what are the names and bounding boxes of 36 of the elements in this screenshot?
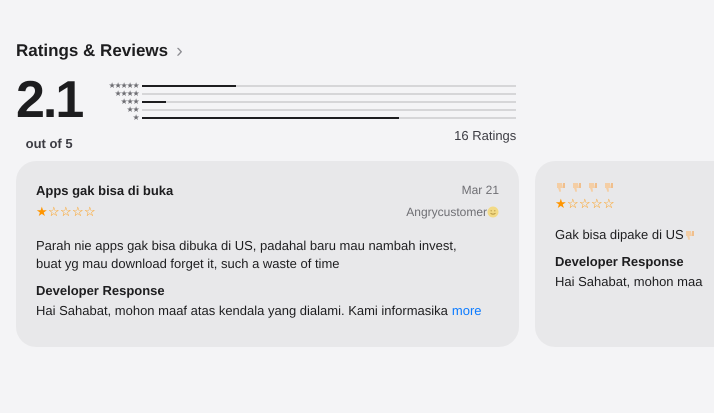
- thumbs-down-icon: [684, 229, 696, 241]
- response-heading: Developer Response: [36, 282, 166, 300]
- smiley-icon: [487, 206, 499, 218]
- review-title: Apps gak bisa di buka: [36, 182, 174, 200]
- star-label: ★★★: [119, 98, 138, 106]
- section-title: Ratings & Reviews: [16, 40, 168, 62]
- empty-star-icon: ☆: [567, 197, 579, 210]
- empty-star-icon: ☆: [72, 204, 84, 218]
- response-heading: Developer Response: [555, 253, 685, 271]
- more-link[interactable]: more: [452, 300, 482, 320]
- ratings-count: 16 Ratings: [454, 126, 516, 145]
- chevron-icon[interactable]: ›: [176, 40, 183, 61]
- average-rating: 2.1: [16, 74, 82, 126]
- response-text: Hai Sahabat, mohon maaf atas kendala yang dialami. Kami informasika: [36, 302, 448, 320]
- response-text: Hai Sahabat, mohon maa: [555, 272, 702, 290]
- review-date: Mar 21: [462, 182, 499, 199]
- thumbs-down-icon: [555, 181, 567, 193]
- empty-star-icon: ☆: [48, 204, 60, 218]
- empty-star-icon: ☆: [60, 204, 72, 218]
- review-text: Gak bisa dipake di US: [555, 226, 684, 244]
- empty-star-icon: ☆: [591, 197, 603, 210]
- empty-star-icon: ☆: [84, 204, 96, 218]
- thumbs-down-icon: [587, 181, 599, 193]
- filled-star-icon: ★: [555, 197, 567, 210]
- star-label: ★★: [125, 106, 138, 114]
- filled-star-icon: ★: [36, 204, 48, 218]
- out-of-label: out of 5: [26, 134, 73, 152]
- star-label: ★★★★: [113, 90, 138, 98]
- review-text: Parah nie apps gak bisa dibuka di US, padahal baru mau nambah invest, buat yg mau download forget it, such a waste of time: [36, 237, 458, 273]
- thumbs-down-icon: [571, 181, 583, 193]
- thumbs-down-icon: [603, 181, 615, 193]
- star-label: ★★★★★: [107, 82, 138, 90]
- star-label: ★: [131, 114, 138, 122]
- empty-star-icon: ☆: [603, 197, 615, 210]
- author-name: Angrycustomer: [406, 204, 487, 221]
- empty-star-icon: ☆: [579, 197, 591, 210]
